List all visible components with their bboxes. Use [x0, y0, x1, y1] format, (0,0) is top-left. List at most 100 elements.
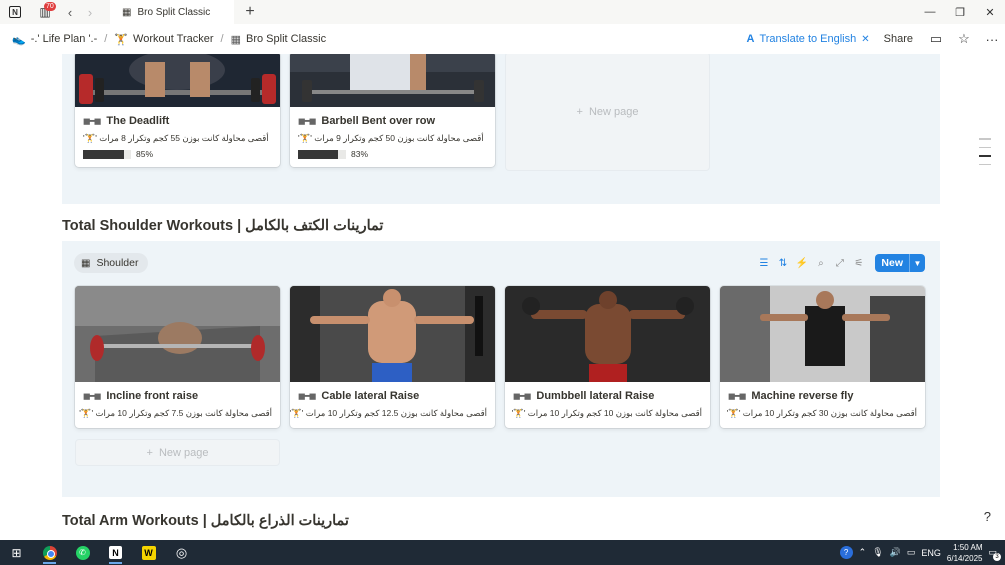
card-cover-image [290, 286, 495, 382]
microphone-icon[interactable]: 🎙 [872, 547, 883, 558]
window-controls: — ❐ ✕ [915, 0, 1005, 24]
translate-button[interactable]: A Translate to English ✕ [746, 33, 869, 45]
dumbbell-lateral-raise-photo [505, 286, 710, 382]
title-bar: N ▥ 70 ‹ › ▦ Bro Split Classic + — ❐ ✕ [0, 0, 1005, 24]
forward-arrow-icon[interactable]: › [80, 5, 100, 20]
lightning-icon[interactable]: ⚡ [795, 258, 808, 269]
card-note: أقصى محاولة كانت بوزن 55 كجم وتكرار 8 مر… [83, 133, 269, 143]
cable-lateral-raise-photo [290, 286, 495, 382]
machine-reverse-fly-photo [720, 286, 925, 382]
toc-line [979, 163, 991, 165]
more-options-icon[interactable]: ··· [983, 32, 1001, 47]
card-cover-image [505, 286, 710, 382]
page-topbar: 👟 -.' Life Plan '.- / 🏋 Workout Tracker … [0, 24, 1005, 54]
card-note: أقصى محاولة كانت بوزن 7.5 كجم وتكرار 10 … [79, 408, 272, 418]
gallery-card[interactable]: ◼━◼ Dumbbell lateral Raise أقصى محاولة ك… [505, 286, 710, 428]
gallery-card[interactable]: ◼━◼ Machine reverse fly أقصى محاولة كانت… [720, 286, 925, 428]
speaker-icon[interactable]: 🔊 [890, 547, 901, 558]
card-note: أقصى محاولة كانت بوزن 10 كجم وتكرار 10 م… [511, 408, 702, 418]
new-page-card[interactable]: + New page [75, 439, 280, 466]
star-icon[interactable]: ☆ [955, 31, 973, 47]
toc-line [979, 138, 991, 140]
database-toolbar: ☰ ⇅ ⚡ ⌕ ⤢ ⚟ New ▼ [757, 254, 925, 272]
card-note: أقصى محاولة كانت بوزن 30 كجم وتكرار 10 م… [726, 408, 917, 418]
gallery-view-icon: ▦ [230, 33, 241, 46]
plus-icon: + [146, 446, 153, 459]
dumbbell-icon: ◼━◼ [298, 390, 316, 401]
comment-icon[interactable]: ▭ [927, 31, 945, 47]
progress-bar [83, 149, 131, 159]
arm-section-heading: Total Arm Workouts | تمارينات الذراع بال… [62, 513, 349, 529]
notion-app-icon[interactable]: N [0, 0, 30, 24]
dumbbell-icon: ◼━◼ [83, 390, 101, 401]
card-title: ◼━◼ Machine reverse fly [728, 390, 854, 402]
gallery-card[interactable]: ◼━◼ The Deadlift أقصى محاولة كانت بوزن 5… [75, 54, 280, 167]
minimize-button[interactable]: — [915, 0, 945, 24]
tab-title: Bro Split Classic [137, 6, 211, 18]
notion-taskbar-icon[interactable]: N [99, 540, 132, 565]
card-title: ◼━◼ Dumbbell lateral Raise [513, 390, 655, 402]
progress-fill [298, 149, 338, 159]
page-content: ◼━◼ The Deadlift أقصى محاولة كانت بوزن 5… [0, 54, 1005, 540]
breadcrumb-bro-split[interactable]: ▦ Bro Split Classic [227, 33, 330, 46]
progress-fill [83, 149, 124, 159]
gallery-card[interactable]: ◼━◼ Incline front raise أقصى محاولة كانت… [75, 286, 280, 428]
system-tray: ? ⌃ 🎙 🔊 ▭ ENG 1:50 AM 6/14/2025 ▭ 3 [839, 540, 1005, 565]
bent-over-row-photo [290, 54, 495, 107]
windows-start-icon[interactable]: ⊞ [0, 540, 33, 565]
whatsapp-icon[interactable]: ✆ [66, 540, 99, 565]
plus-icon: + [576, 105, 583, 118]
filter-icon[interactable]: ☰ [757, 258, 770, 269]
card-title: ◼━◼ The Deadlift [83, 115, 170, 127]
view-tab-shoulder[interactable]: ▦ Shoulder [74, 253, 149, 273]
dumbbell-icon: ◼━◼ [728, 390, 746, 401]
chevron-down-icon[interactable]: ▼ [909, 254, 925, 272]
help-icon[interactable]: ? [984, 509, 991, 524]
dumbbell-icon: ◼━◼ [513, 390, 531, 401]
incline-front-raise-photo [75, 286, 280, 382]
share-button[interactable]: Share [880, 33, 917, 45]
help-tray-icon[interactable]: ? [839, 546, 853, 559]
app-orb-icon[interactable]: ◎ [165, 540, 198, 565]
sliders-icon[interactable]: ⚟ [852, 258, 865, 269]
gallery-page-icon: ▦ [122, 6, 132, 18]
inbox-icon[interactable]: ▥ 70 [30, 0, 60, 24]
battery-icon[interactable]: ▭ [907, 547, 916, 558]
card-note: أقصى محاولة كانت بوزن 50 كجم وتكرار 9 مر… [298, 133, 484, 143]
progress-bar [298, 149, 346, 159]
search-icon[interactable]: ⌕ [814, 258, 827, 269]
dumbbell-icon: 🏋 [114, 33, 129, 46]
breadcrumb-separator: / [104, 33, 108, 45]
card-cover-image [720, 286, 925, 382]
gallery-view-icon: ▦ [81, 257, 91, 269]
deadlift-photo [75, 54, 280, 107]
breadcrumb-separator: / [220, 33, 224, 45]
dismiss-translate-icon[interactable]: ✕ [861, 34, 869, 45]
card-cover-image [290, 54, 495, 107]
back-arrow-icon[interactable]: ‹ [60, 5, 80, 20]
new-page-card[interactable]: + New page [505, 54, 710, 171]
maximize-button[interactable]: ❐ [945, 0, 975, 24]
gallery-card[interactable]: ◼━◼ Barbell Bent over row أقصى محاولة كا… [290, 54, 495, 167]
translate-icon: A [746, 33, 755, 45]
toc-line [979, 146, 991, 148]
chevron-up-icon[interactable]: ⌃ [859, 547, 867, 558]
clock[interactable]: 1:50 AM 6/14/2025 [947, 542, 983, 564]
close-button[interactable]: ✕ [975, 0, 1005, 24]
table-of-contents-indicator[interactable] [979, 138, 991, 165]
new-button[interactable]: New ▼ [875, 254, 925, 272]
expand-icon[interactable]: ⤢ [833, 258, 846, 269]
sort-icon[interactable]: ⇅ [776, 258, 789, 269]
tab-bro-split-classic[interactable]: ▦ Bro Split Classic [110, 0, 234, 24]
card-progress: 83% [290, 144, 495, 167]
card-note: أقصى محاولة كانت بوزن 12.5 كجم وتكرار 10… [290, 408, 487, 418]
app-w-icon[interactable]: W [132, 540, 165, 565]
new-tab-button[interactable]: + [240, 3, 260, 21]
breadcrumb-workout-tracker[interactable]: 🏋 Workout Tracker [110, 33, 217, 46]
language-indicator[interactable]: ENG [921, 548, 941, 558]
taskbar: ⊞ ✆ N W ◎ ? ⌃ 🎙 🔊 ▭ ENG 1:50 AM 6/14/202… [0, 540, 1005, 565]
gallery-card[interactable]: ◼━◼ Cable lateral Raise أقصى محاولة كانت… [290, 286, 495, 428]
notification-icon[interactable]: ▭ 3 [988, 547, 1001, 561]
breadcrumb-life-plan[interactable]: 👟 -.' Life Plan '.- [8, 33, 101, 46]
chrome-icon[interactable] [33, 540, 66, 565]
